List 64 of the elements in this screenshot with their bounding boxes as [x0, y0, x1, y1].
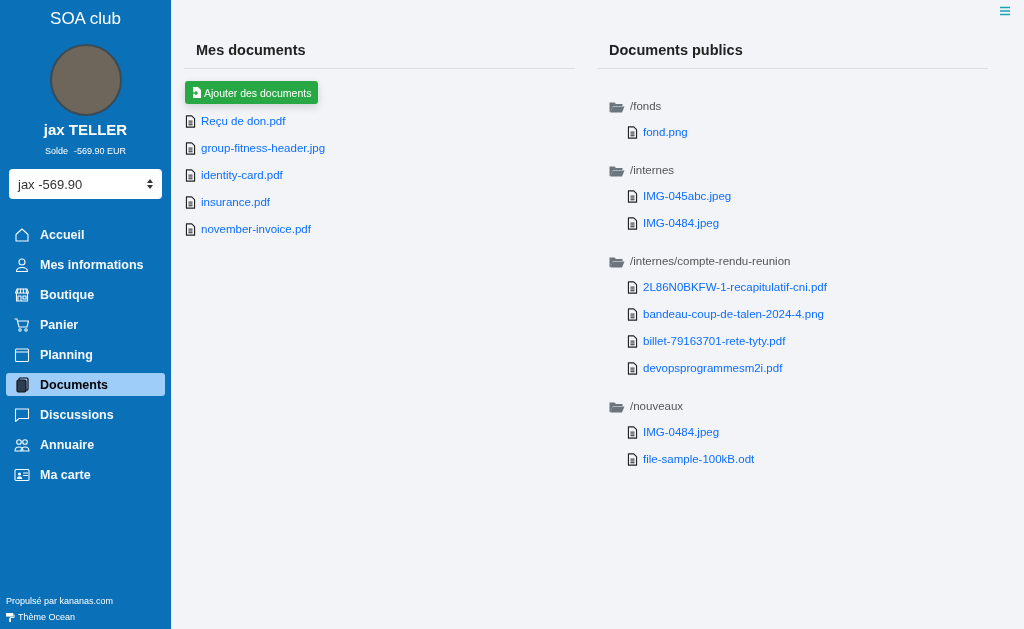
- file-icon: [184, 113, 197, 129]
- nav-item[interactable]: Mes informations: [6, 253, 165, 276]
- file-icon: [184, 221, 197, 237]
- nav-item[interactable]: Accueil: [6, 223, 165, 246]
- file-link[interactable]: billet-79163701-rete-tyty.pdf: [643, 335, 786, 347]
- powered-by-text: Propulsé par kananas.com: [6, 596, 115, 606]
- folder-path: /nouveaux: [630, 400, 684, 412]
- file-icon: [626, 451, 639, 467]
- file-link[interactable]: insurance.pdf: [201, 196, 271, 208]
- file-link[interactable]: bandeau-coup-de-talen-2024-4.png: [643, 308, 824, 320]
- nav-item[interactable]: Documents: [6, 373, 165, 396]
- file-link[interactable]: identity-card.pdf: [201, 169, 283, 181]
- shop-icon: [14, 286, 30, 303]
- file-link[interactable]: group-fitness-header.jpg: [201, 142, 326, 154]
- paint-roller-icon: [6, 612, 15, 622]
- file-link[interactable]: november-invoice.pdf: [201, 223, 311, 235]
- cart-icon: [14, 316, 30, 333]
- nav-item[interactable]: Planning: [6, 343, 165, 366]
- file-link[interactable]: 2L86N0BKFW-1-recapitulatif-cni.pdf: [643, 281, 827, 293]
- file-icon: [184, 167, 197, 183]
- file-link[interactable]: Reçu de don.pdf: [201, 115, 286, 127]
- file-icon: [626, 424, 639, 440]
- file-icon: [626, 124, 639, 140]
- nav-item[interactable]: Panier: [6, 313, 165, 336]
- file-icon: [184, 140, 197, 156]
- id-card-icon: [14, 466, 30, 483]
- account-select[interactable]: jax -569.90: [9, 169, 162, 199]
- file-link[interactable]: devopsprogrammesm2i.pdf: [643, 362, 783, 374]
- add-documents-button[interactable]: Ajouter des documents: [185, 81, 319, 104]
- nav-item[interactable]: Discussions: [6, 403, 165, 426]
- nav-item[interactable]: Boutique: [6, 283, 165, 306]
- documents-icon: [14, 376, 30, 393]
- file-icon: [626, 215, 639, 231]
- file-link[interactable]: fond.png: [643, 126, 688, 138]
- person-icon: [14, 256, 30, 273]
- theme-link[interactable]: Thème Ocean: [18, 612, 76, 622]
- chat-icon: [14, 406, 30, 423]
- file-link[interactable]: IMG-0484.jpeg: [643, 217, 720, 229]
- people-icon: [14, 436, 30, 453]
- balance-value: -569.90 EUR: [74, 146, 127, 156]
- file-link[interactable]: file-sample-100kB.odt: [643, 453, 755, 465]
- app-title: SOA club: [50, 9, 121, 29]
- select-arrows-icon: [147, 179, 153, 189]
- file-link[interactable]: IMG-0484.jpeg: [643, 426, 720, 438]
- menu-icon[interactable]: [1000, 6, 1010, 16]
- home-icon: [14, 226, 30, 243]
- nav-item[interactable]: Ma carte: [6, 463, 165, 486]
- nav-item[interactable]: Annuaire: [6, 433, 165, 456]
- balance-label: Solde: [44, 146, 68, 156]
- file-icon: [184, 194, 197, 210]
- file-plus-icon: [192, 87, 201, 98]
- file-icon: [626, 306, 639, 322]
- file-icon: [626, 360, 639, 376]
- calendar-icon: [14, 346, 30, 363]
- section-title: Documents publics: [597, 42, 988, 69]
- file-icon: [626, 333, 639, 349]
- section-title: Mes documents: [184, 42, 575, 69]
- file-icon: [626, 279, 639, 295]
- file-link[interactable]: IMG-045abc.jpeg: [643, 190, 732, 202]
- folder-path: /fonds: [630, 100, 662, 112]
- folder-path: /internes: [630, 164, 675, 176]
- folder-path: /internes/compte-rendu-reunion: [630, 255, 791, 267]
- file-icon: [626, 188, 639, 204]
- user-name: jax TELLER: [43, 121, 128, 138]
